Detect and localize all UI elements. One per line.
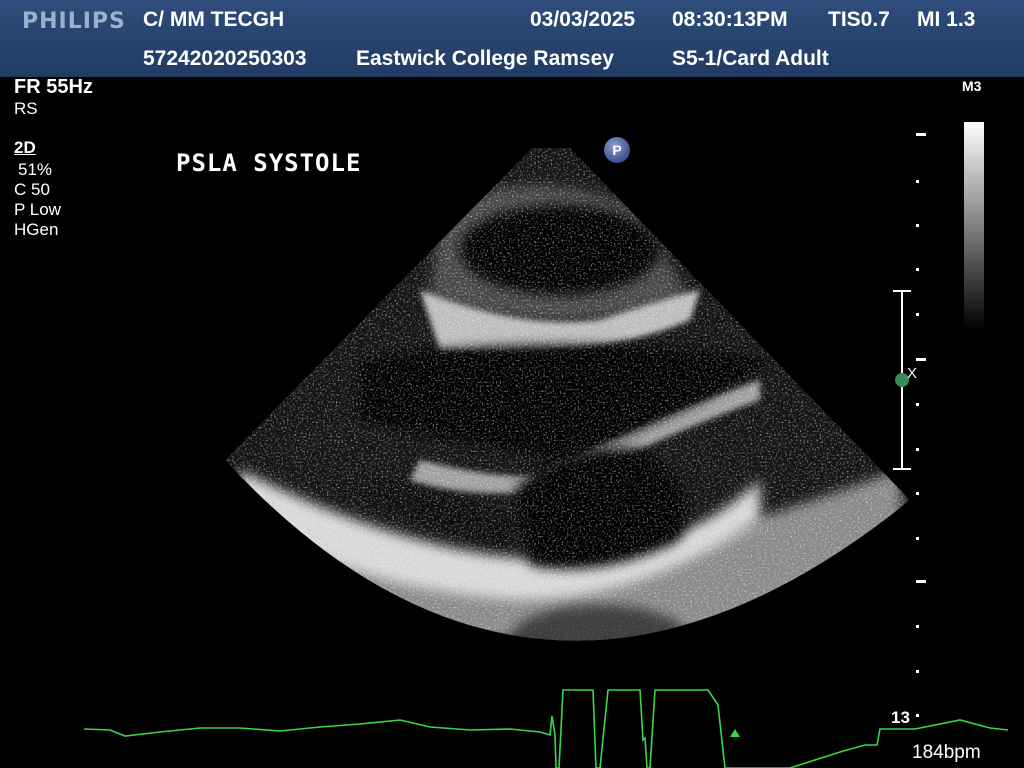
ecg-trace [83, 689, 1009, 768]
heart-rate: 184bpm [912, 742, 981, 763]
ecg-r-marker [730, 729, 740, 737]
